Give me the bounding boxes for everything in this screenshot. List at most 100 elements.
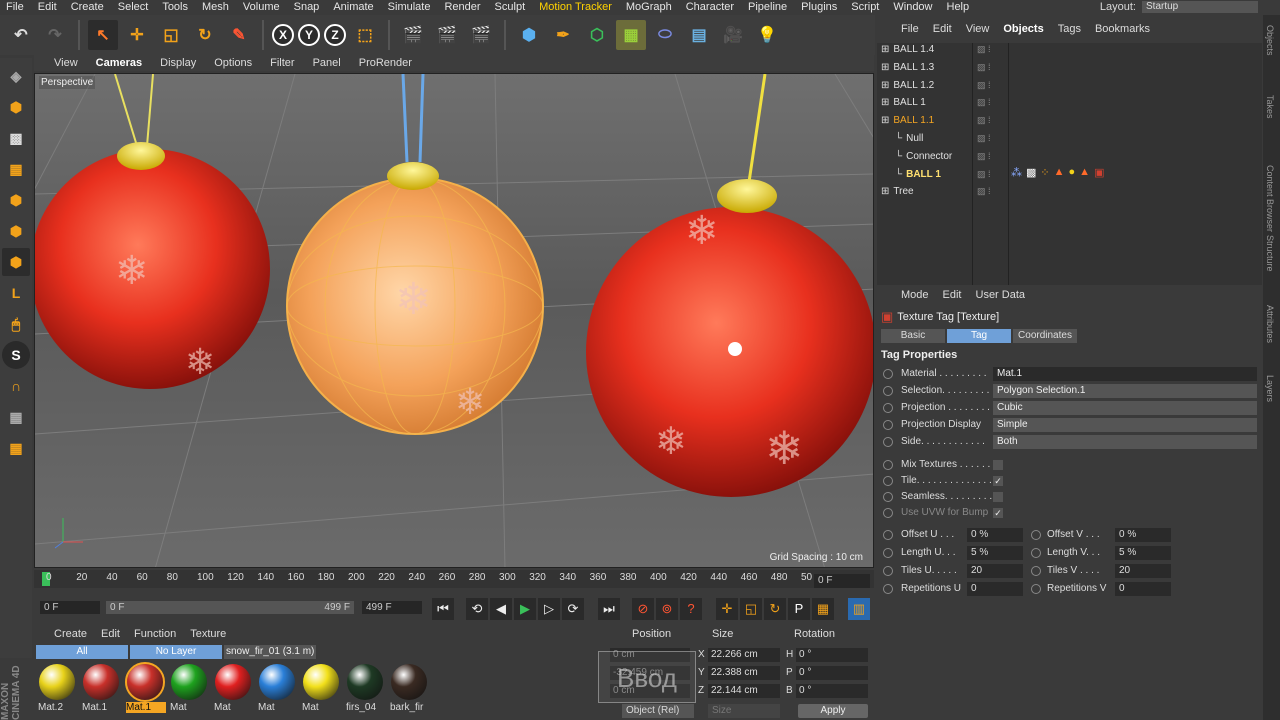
material-swatch[interactable]: Mat [256, 662, 298, 713]
key-parameter-icon[interactable]: P [788, 598, 810, 620]
animate-toggle-icon[interactable] [883, 386, 893, 396]
keyframe-selection-icon[interactable]: ? [680, 598, 702, 620]
material-tag-icon[interactable]: ● [1069, 166, 1076, 179]
size-x-field[interactable]: 22.266 cm [708, 648, 780, 662]
texture-tag-icon[interactable]: ▣ [1094, 166, 1104, 179]
number-field[interactable]: 0 % [1115, 528, 1171, 542]
property-value-field[interactable]: Simple [993, 418, 1257, 432]
viewport-menu-filter[interactable]: Filter [270, 57, 294, 69]
attribute-menu-user-data[interactable]: User Data [976, 289, 1026, 301]
visibility-dots-icon[interactable]: ▨ ⁞ [977, 151, 991, 162]
enable-axis-icon[interactable]: L [2, 279, 30, 307]
key-position-icon[interactable]: ✛ [716, 598, 738, 620]
menu-item-mograph[interactable]: MoGraph [626, 1, 672, 13]
object-row[interactable]: └ Null ▨ ⁞ [881, 130, 1256, 147]
property-value-field[interactable]: Both [993, 435, 1257, 449]
menu-item-simulate[interactable]: Simulate [388, 1, 431, 13]
end-frame-field[interactable]: 499 F [362, 601, 422, 614]
render-picture-viewer-icon[interactable]: 🎬 [432, 20, 462, 50]
next-key-icon[interactable]: ⟳ [562, 598, 584, 620]
move-tool-icon[interactable]: ✛ [122, 20, 152, 50]
viewport-menu-display[interactable]: Display [160, 57, 196, 69]
timeline-window-icon[interactable]: ▥ [848, 598, 870, 620]
checkbox[interactable] [993, 492, 1003, 502]
visibility-dots-icon[interactable]: ▨ ⁞ [977, 169, 991, 180]
attribute-menu-edit[interactable]: Edit [943, 289, 962, 301]
size-mode-dropdown[interactable]: Size [708, 704, 780, 718]
workplane-icon[interactable]: ▦ [2, 155, 30, 183]
play-icon[interactable]: ▶ [514, 598, 536, 620]
animate-toggle-icon[interactable] [883, 584, 893, 594]
menu-item-help[interactable]: Help [947, 1, 970, 13]
checker-tag-icon[interactable]: ▩ [1026, 166, 1036, 179]
spline-pen-icon[interactable]: ✒ [548, 20, 578, 50]
checkbox[interactable]: ✓ [993, 508, 1003, 518]
menu-item-pipeline[interactable]: Pipeline [748, 1, 787, 13]
object-row[interactable]: ⊞ BALL 1 ▨ ⁞ [881, 94, 1256, 111]
recent-tools-icon[interactable]: ✎ [224, 20, 254, 50]
layout-selector[interactable]: Layout: Startup [1100, 0, 1258, 13]
cube-object-icon[interactable]: ⬢ [514, 20, 544, 50]
material-swatch[interactable]: firs_04 [344, 662, 386, 713]
polygon-selection-tag-icon-2[interactable]: ▲ [1079, 166, 1090, 179]
visibility-dots-icon[interactable]: ▨ ⁞ [977, 133, 991, 144]
number-field[interactable]: 20 [967, 564, 1023, 578]
animate-toggle-icon[interactable] [883, 460, 893, 470]
visibility-dots-icon[interactable]: ▨ ⁞ [977, 97, 991, 108]
visibility-dots-icon[interactable]: ▨ ⁞ [977, 115, 991, 126]
edges-mode-icon[interactable]: ⬢ [2, 217, 30, 245]
viewport-menu-view[interactable]: View [54, 57, 78, 69]
property-value-field[interactable]: Cubic [993, 401, 1257, 415]
make-editable-icon[interactable]: ◈ [2, 62, 30, 90]
key-scale-icon[interactable]: ◱ [740, 598, 762, 620]
material-swatch[interactable]: Mat [212, 662, 254, 713]
rotation-h-field[interactable]: 0 ° [796, 648, 868, 662]
current-frame-field[interactable]: 0 F [814, 574, 870, 588]
number-field[interactable]: 5 % [967, 546, 1023, 560]
property-value-field[interactable]: Polygon Selection.1 [993, 384, 1257, 398]
material-swatch[interactable]: Mat [168, 662, 210, 713]
size-y-field[interactable]: 22.388 cm [708, 666, 780, 680]
side-tab-content-browser[interactable]: Content Browser [1265, 165, 1275, 232]
redo-icon[interactable]: ↷ [40, 20, 70, 50]
material-menu-texture[interactable]: Texture [190, 628, 226, 640]
magnet-icon[interactable]: ∩ [2, 372, 30, 400]
visibility-dots-icon[interactable]: ▨ ⁞ [977, 80, 991, 91]
animate-toggle-icon[interactable] [883, 476, 893, 486]
viewport-menu-panel[interactable]: Panel [313, 57, 341, 69]
next-frame-icon[interactable]: ▷ [538, 598, 560, 620]
number-field[interactable]: 0 [1115, 582, 1171, 596]
rotation-p-field[interactable]: 0 ° [796, 666, 868, 680]
floor-icon[interactable]: ▤ [684, 20, 714, 50]
material-swatch[interactable]: bark_fir [388, 662, 430, 713]
coordinate-system-icon[interactable]: ⬚ [350, 20, 380, 50]
scale-tool-icon[interactable]: ◱ [156, 20, 186, 50]
number-field[interactable]: 0 [967, 582, 1023, 596]
material-menu-function[interactable]: Function [134, 628, 176, 640]
y-axis-lock-icon[interactable]: Y [298, 24, 320, 46]
object-menu-objects[interactable]: Objects [1003, 23, 1043, 35]
animate-toggle-icon[interactable] [1031, 548, 1041, 558]
material-swatch[interactable]: Mat [300, 662, 342, 713]
timeline-ruler[interactable]: 0 20 40 60 80 100 120 140 160 180 200 220 240 260 280 3… [34, 570, 874, 588]
checkbox[interactable]: ✓ [993, 476, 1003, 486]
number-field[interactable]: 0 % [967, 528, 1023, 542]
visibility-dots-icon[interactable]: ▨ ⁞ [977, 44, 991, 55]
object-menu-edit[interactable]: Edit [933, 23, 952, 35]
filter-layer[interactable]: snow_fir_01 (3.1 m) [224, 645, 316, 659]
animate-toggle-icon[interactable] [883, 548, 893, 558]
object-row[interactable]: └ Connector ▨ ⁞ [881, 148, 1256, 165]
visibility-dots-icon[interactable]: ▨ ⁞ [977, 186, 991, 197]
texture-mode-icon[interactable]: ▩ [2, 124, 30, 152]
goto-start-icon[interactable]: ⏮ [432, 598, 454, 620]
side-tab-attributes[interactable]: Attributes [1265, 305, 1275, 343]
phong-tag-icon[interactable]: ⁂ [1011, 166, 1022, 179]
side-tab-layers[interactable]: Layers [1265, 375, 1275, 402]
material-menu-edit[interactable]: Edit [101, 628, 120, 640]
material-menu-create[interactable]: Create [54, 628, 87, 640]
animate-toggle-icon[interactable] [883, 508, 893, 518]
material-swatch[interactable]: Mat.2 [36, 662, 78, 713]
menu-item-tools[interactable]: Tools [162, 1, 188, 13]
material-swatch[interactable]: Mat.1 [80, 662, 122, 713]
menu-item-motion-tracker[interactable]: Motion Tracker [539, 1, 612, 13]
